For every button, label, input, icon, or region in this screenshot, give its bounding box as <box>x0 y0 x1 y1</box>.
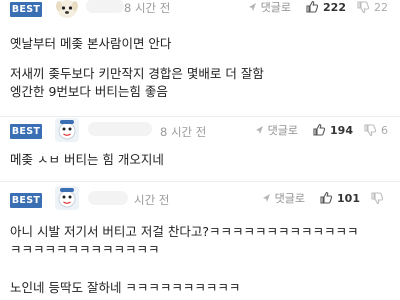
like-count: 101 <box>337 191 360 205</box>
thumbs-up-icon[interactable] <box>305 0 319 14</box>
comment-actions: 댓글로 194 6 <box>253 122 390 138</box>
comment-body: 옛날부터 메좆 본사람이면 안다 저새끼 좆두보다 키만작지 경합은 몇배로 더… <box>10 35 264 101</box>
comment-actions: 댓글로 222 22 <box>246 0 390 15</box>
comment-actions: 댓글로 101 <box>260 190 390 206</box>
nickname-redacted <box>88 191 128 205</box>
thumbs-down-icon[interactable] <box>356 0 370 14</box>
best-badge: BEST <box>10 124 42 139</box>
comment-body: 메좆 ㅅㅂ 버티는 힘 개오지네 <box>10 151 164 169</box>
timestamp: 시간 전 <box>134 193 170 207</box>
best-badge: BEST <box>10 2 42 17</box>
thumbs-up-icon[interactable] <box>319 191 333 205</box>
thumbs-down-icon[interactable] <box>370 191 384 205</box>
comment-text-line: 노인네 등딱도 잘하네 ㅋㅋㅋㅋㅋㅋㅋㅋㅋㅋ <box>10 280 241 295</box>
best-badge: BEST <box>10 193 42 208</box>
reply-button[interactable]: 댓글로 <box>275 190 305 206</box>
dislike-count: 22 <box>374 0 388 14</box>
reply-arrow-icon[interactable] <box>260 192 272 204</box>
cartoon-avatar-icon[interactable] <box>54 117 80 143</box>
like-count: 194 <box>330 123 353 137</box>
comment-text-line: 아니 시발 저기서 버티고 저걸 찬다고?ㅋㅋㅋㅋㅋㅋㅋㅋㅋㅋㅋㅋㅋ <box>10 224 359 239</box>
dislike-count: 6 <box>381 123 388 137</box>
comment-text-line: ㅋㅋㅋㅋㅋㅋㅋㅋㅋㅋㅋㅋㅋ <box>10 242 160 257</box>
comment-text-line: 저새끼 좆두보다 키만작지 경합은 몇배로 더 잘함 <box>10 66 264 81</box>
cartoon-avatar-icon[interactable] <box>54 185 80 211</box>
comment-body: 아니 시발 저기서 버티고 저걸 찬다고?ㅋㅋㅋㅋㅋㅋㅋㅋㅋㅋㅋㅋㅋ ㅋㅋㅋㅋㅋ… <box>10 223 395 297</box>
timestamp: 8 시간 전 <box>160 125 207 139</box>
comment-header: BEST 8 시간 전 댓글로 194 6 <box>10 116 390 144</box>
comment-text-line: 메좆 ㅅㅂ 버티는 힘 개오지네 <box>10 152 164 167</box>
reply-button[interactable]: 댓글로 <box>268 122 298 138</box>
reply-arrow-icon[interactable] <box>253 124 265 136</box>
comment-header: BEST 8 시간 전 댓글로 222 22 <box>10 0 390 28</box>
like-count: 222 <box>323 0 346 14</box>
reply-arrow-icon[interactable] <box>246 1 258 13</box>
comment-text-line: 엥간한 9번보다 버티는힘 좋음 <box>10 84 168 99</box>
thumbs-down-icon[interactable] <box>363 123 377 137</box>
comment: BEST 8 시간 전 댓글로 194 6 <box>0 116 400 180</box>
reply-button[interactable]: 댓글로 <box>261 0 291 15</box>
nickname-redacted <box>88 122 152 136</box>
comment-text-line: 옛날부터 메좆 본사람이면 안다 <box>10 36 172 51</box>
dog-avatar-icon[interactable] <box>54 0 80 21</box>
timestamp: 8 시간 전 <box>124 1 171 15</box>
thumbs-up-icon[interactable] <box>312 123 326 137</box>
comment-header: BEST 시간 전 댓글로 101 <box>10 181 390 211</box>
nickname-redacted <box>86 0 124 13</box>
